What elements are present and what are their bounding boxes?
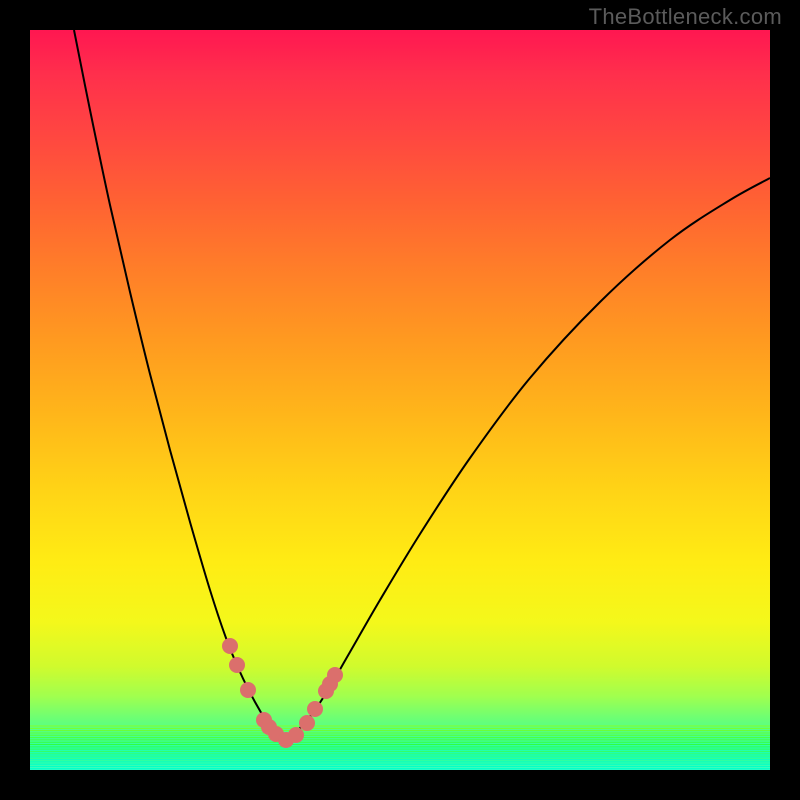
marker-dot [299,715,315,731]
marker-dot [229,657,245,673]
left-curve [74,30,285,740]
attribution-text: TheBottleneck.com [589,4,782,30]
chart-frame: TheBottleneck.com [0,0,800,800]
plot-area [30,30,770,770]
marker-dot [288,727,304,743]
green-band [30,726,770,770]
marker-dot [327,667,343,683]
curve-markers [222,638,343,748]
right-curve [285,178,770,740]
curve-layer [30,30,770,770]
marker-dot [240,682,256,698]
marker-dot [222,638,238,654]
marker-dot [307,701,323,717]
